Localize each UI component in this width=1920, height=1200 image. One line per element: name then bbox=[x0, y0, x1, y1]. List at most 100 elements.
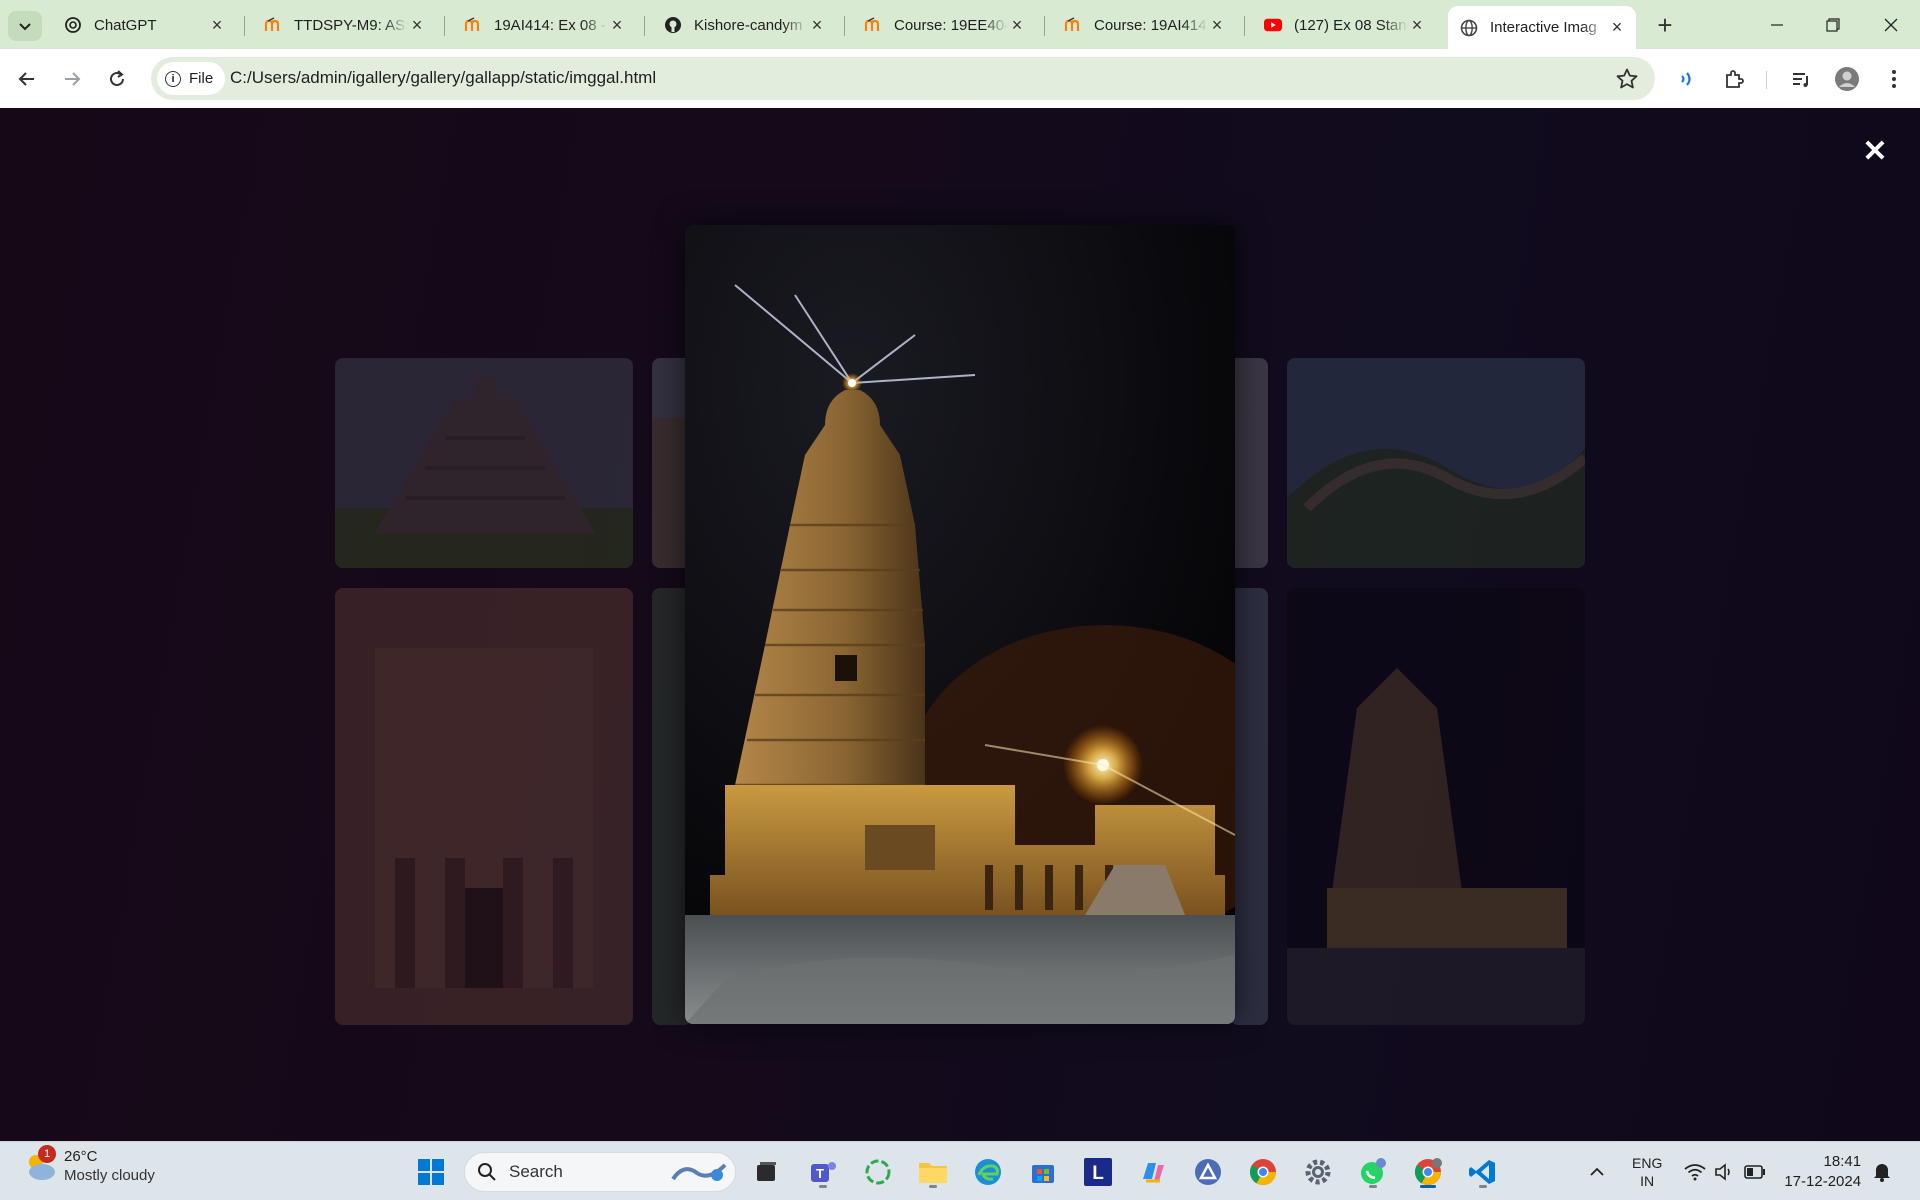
file-explorer-app[interactable] bbox=[915, 1154, 951, 1190]
tab-chatgpt[interactable]: ChatGPT × bbox=[52, 8, 236, 42]
chevron-down-icon bbox=[19, 23, 31, 31]
l-logo-icon: L bbox=[1084, 1158, 1112, 1186]
site-info-chip[interactable]: i File bbox=[157, 62, 226, 95]
minimize-icon bbox=[1771, 23, 1783, 26]
close-tab-icon[interactable]: × bbox=[1408, 15, 1426, 35]
microsoft-store-app[interactable] bbox=[1025, 1154, 1061, 1190]
teams-app[interactable]: T bbox=[805, 1154, 841, 1190]
close-tab-icon[interactable]: × bbox=[808, 15, 826, 35]
whatsapp-app[interactable] bbox=[1355, 1154, 1391, 1190]
great-wall-image bbox=[1287, 358, 1585, 568]
new-tab-button[interactable]: + bbox=[1650, 10, 1680, 40]
temple-night-image bbox=[685, 225, 1235, 1024]
copilot-app[interactable] bbox=[1135, 1154, 1171, 1190]
reload-button[interactable] bbox=[101, 63, 133, 95]
weather-widget[interactable]: 1 26°C Mostly cloudy bbox=[22, 1145, 155, 1184]
tab-title: Course: 19AI414 bbox=[1094, 16, 1207, 34]
task-view-button[interactable] bbox=[748, 1154, 784, 1190]
search-highlight-icon bbox=[671, 1163, 727, 1181]
clock-time: 18:41 bbox=[1823, 1152, 1862, 1170]
start-button[interactable] bbox=[413, 1154, 449, 1190]
tab-youtube[interactable]: (127) Ex 08 Stand × bbox=[1252, 8, 1436, 42]
store-icon bbox=[1032, 1165, 1054, 1183]
chatgpt-icon bbox=[64, 16, 82, 34]
running-indicator bbox=[1369, 1185, 1377, 1188]
petra-image bbox=[335, 588, 633, 1025]
battery-icon[interactable] bbox=[1744, 1164, 1766, 1179]
restore-button[interactable] bbox=[1805, 0, 1861, 49]
clock[interactable]: 18:41 17-12-2024 bbox=[1784, 1152, 1861, 1192]
scheme-label: File bbox=[189, 70, 214, 87]
temple-thumbnail-image bbox=[1287, 588, 1585, 1025]
chrome-app[interactable] bbox=[1245, 1154, 1281, 1190]
windows-icon bbox=[418, 1159, 444, 1185]
lightbox-close-button[interactable]: ✕ bbox=[1860, 135, 1890, 168]
back-button[interactable] bbox=[11, 63, 43, 95]
tab-strip: ChatGPT × TTDSPY-M9: ASS × 19AI414: Ex 0… bbox=[0, 0, 1920, 49]
media-control-button[interactable] bbox=[1787, 65, 1815, 93]
tab-title: Kishore-candym bbox=[694, 16, 803, 34]
l-app[interactable]: L bbox=[1080, 1154, 1116, 1190]
minimize-button[interactable] bbox=[1749, 0, 1805, 49]
chevron-up-icon[interactable] bbox=[1588, 1163, 1606, 1181]
close-tab-icon[interactable]: × bbox=[1008, 15, 1026, 35]
puzzle-icon bbox=[1726, 70, 1744, 88]
gallery-page: ✕ bbox=[0, 108, 1920, 1141]
extensions-button[interactable] bbox=[1721, 65, 1749, 93]
tab-divider bbox=[644, 16, 645, 36]
forward-button[interactable] bbox=[56, 63, 88, 95]
thumbnail-pyramid[interactable] bbox=[335, 358, 633, 568]
tab-19ai414-ex08[interactable]: 19AI414: Ex 08 - × bbox=[452, 8, 636, 42]
lightbox-image-viewer[interactable] bbox=[685, 225, 1235, 1024]
taskbar-search-box[interactable]: Search bbox=[464, 1152, 736, 1192]
close-tab-icon[interactable]: × bbox=[608, 15, 626, 35]
moodle-icon bbox=[464, 16, 482, 34]
profile-button[interactable] bbox=[1833, 65, 1861, 93]
moodle-icon bbox=[264, 16, 282, 34]
bookmark-star-icon[interactable] bbox=[1615, 67, 1639, 91]
copilot-icon bbox=[1143, 1163, 1164, 1183]
tab-course-19ee404[interactable]: Course: 19EE404 × bbox=[852, 8, 1036, 42]
thumbnail-taj-mahal[interactable] bbox=[1230, 588, 1268, 1025]
more-vertical-icon bbox=[1892, 70, 1896, 88]
tab-course-19ai414[interactable]: Course: 19AI414 × bbox=[1052, 8, 1236, 42]
thumbnail-great-wall[interactable] bbox=[1287, 358, 1585, 568]
vscode-app[interactable] bbox=[1465, 1154, 1501, 1190]
close-window-button[interactable] bbox=[1863, 0, 1919, 49]
tab-search-button[interactable] bbox=[8, 11, 42, 41]
thumbnail-brihadeeswarar-temple[interactable] bbox=[1287, 588, 1585, 1025]
close-tab-icon[interactable]: × bbox=[1208, 15, 1226, 35]
triangle-logo-icon bbox=[1195, 1159, 1221, 1185]
tab-interactive-image-gallery[interactable]: Interactive Imag × bbox=[1448, 6, 1636, 49]
weather-condition: Mostly cloudy bbox=[64, 1167, 155, 1184]
tab-ttdspy[interactable]: TTDSPY-M9: ASS × bbox=[252, 8, 436, 42]
wifi-icon[interactable] bbox=[1684, 1163, 1706, 1181]
language-indicator[interactable]: ENG IN bbox=[1632, 1154, 1662, 1190]
edge-app[interactable] bbox=[970, 1154, 1006, 1190]
read-aloud-button[interactable] bbox=[1674, 65, 1702, 93]
close-tab-icon[interactable]: × bbox=[1608, 17, 1626, 37]
speaker-icon[interactable] bbox=[1714, 1162, 1736, 1181]
youtube-icon bbox=[1264, 16, 1282, 34]
running-indicator bbox=[1479, 1185, 1487, 1188]
thumbnail-petra[interactable] bbox=[335, 588, 633, 1025]
notification-bell-icon[interactable] bbox=[1873, 1162, 1891, 1182]
tab-github[interactable]: Kishore-candym × bbox=[652, 8, 836, 42]
close-icon bbox=[1884, 18, 1898, 31]
chrome-profile-app[interactable] bbox=[1410, 1154, 1446, 1190]
windows-taskbar: 1 26°C Mostly cloudy Search T L ENG IN 1… bbox=[0, 1141, 1920, 1200]
address-bar[interactable]: i File C:/Users/admin/igallery/gallery/g… bbox=[151, 57, 1655, 100]
system-tray: ENG IN 18:41 17-12-2024 bbox=[1588, 1142, 1891, 1200]
chrome-profile-icon bbox=[1414, 1158, 1442, 1186]
triangle-app[interactable] bbox=[1190, 1154, 1226, 1190]
close-tab-icon[interactable]: × bbox=[208, 15, 226, 35]
url-text[interactable]: C:/Users/admin/igallery/gallery/gallapp/… bbox=[230, 68, 656, 88]
moodle-icon bbox=[864, 16, 882, 34]
moodle-icon bbox=[1064, 16, 1082, 34]
menu-button[interactable] bbox=[1880, 65, 1908, 93]
search-icon bbox=[478, 1163, 496, 1181]
circle-app[interactable] bbox=[860, 1154, 896, 1190]
close-tab-icon[interactable]: × bbox=[408, 15, 426, 35]
restore-icon bbox=[1826, 17, 1840, 32]
settings-app[interactable] bbox=[1300, 1154, 1336, 1190]
